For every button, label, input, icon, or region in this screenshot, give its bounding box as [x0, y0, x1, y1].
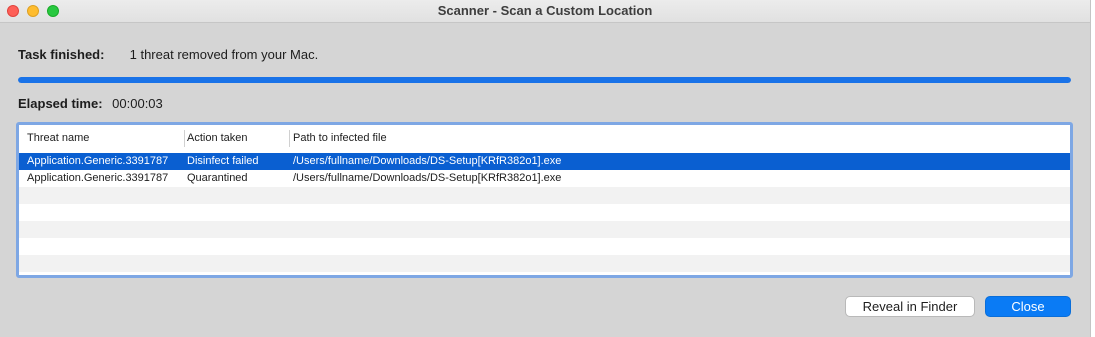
empty-row — [19, 187, 1070, 204]
empty-row — [19, 238, 1070, 255]
column-header-path[interactable]: Path to infected file — [293, 132, 387, 144]
progress-fill — [18, 77, 1071, 83]
status-message: 1 threat removed from your Mac. — [129, 47, 319, 62]
action-taken-cell: Quarantined — [187, 172, 248, 184]
column-header-threat-name[interactable]: Threat name — [27, 132, 89, 144]
scanner-window: Scanner - Scan a Custom Location Task fi… — [0, 0, 1091, 337]
column-header-action-taken[interactable]: Action taken — [187, 132, 248, 144]
column-divider[interactable] — [289, 130, 290, 147]
table-row[interactable]: Application.Generic.3391787 Quarantined … — [19, 170, 1070, 187]
threat-name-cell: Application.Generic.3391787 — [27, 172, 169, 184]
action-taken-cell: Disinfect failed — [187, 155, 259, 167]
elapsed-label: Elapsed time: — [18, 96, 103, 111]
table-row[interactable]: Application.Generic.3391787 Disinfect fa… — [19, 153, 1070, 170]
status-label: Task finished: — [18, 47, 105, 62]
close-button[interactable]: Close — [985, 296, 1071, 317]
path-cell: /Users/fullname/Downloads/DS-Setup[KRfR3… — [293, 172, 562, 184]
threat-name-cell: Application.Generic.3391787 — [27, 155, 169, 167]
threats-table[interactable]: Threat name Action taken Path to infecte… — [16, 122, 1073, 278]
column-divider[interactable] — [184, 130, 185, 147]
scan-progress-bar — [18, 77, 1071, 83]
empty-row — [19, 221, 1070, 238]
path-cell: /Users/fullname/Downloads/DS-Setup[KRfR3… — [293, 155, 562, 167]
empty-row — [19, 255, 1070, 272]
elapsed-row: Elapsed time: 00:00:03 — [18, 96, 163, 111]
reveal-in-finder-button[interactable]: Reveal in Finder — [845, 296, 975, 317]
title-bar: Scanner - Scan a Custom Location — [0, 0, 1090, 23]
status-row: Task finished: 1 threat removed from you… — [18, 47, 318, 62]
window-title: Scanner - Scan a Custom Location — [437, 3, 653, 18]
empty-row — [19, 204, 1070, 221]
elapsed-value: 00:00:03 — [112, 96, 163, 111]
table-header: Threat name Action taken Path to infecte… — [19, 125, 1070, 154]
